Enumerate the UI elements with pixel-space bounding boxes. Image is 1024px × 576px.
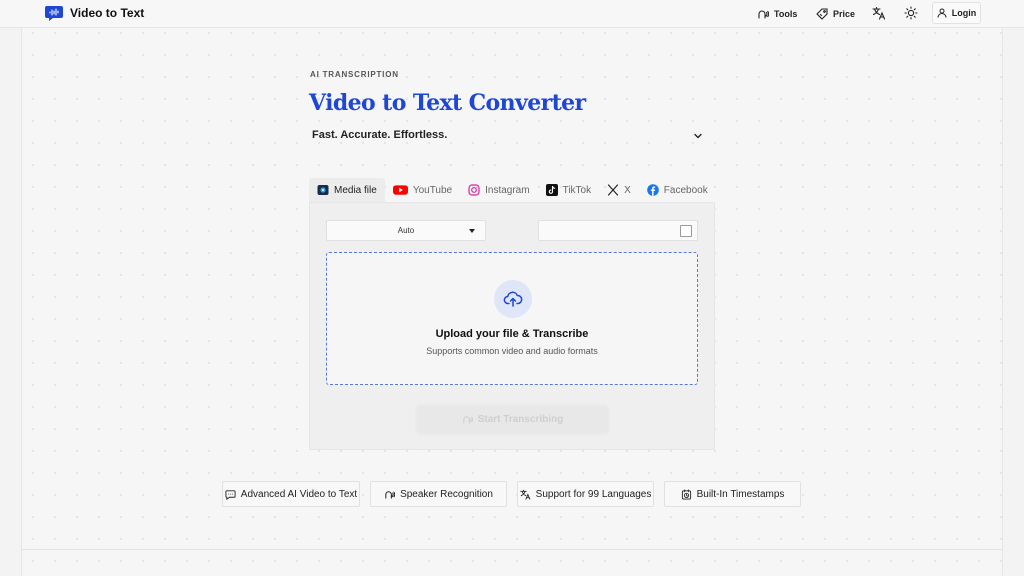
eyebrow-label: AI TRANSCRIPTION (310, 70, 399, 79)
language-select[interactable]: Auto (326, 220, 486, 241)
option-checkbox[interactable] (680, 225, 692, 237)
media-file-icon (317, 185, 329, 195)
instagram-icon (468, 184, 480, 196)
youtube-icon (392, 185, 408, 195)
tab-media-file[interactable]: Media file (309, 178, 385, 202)
voice-head-icon (463, 416, 473, 424)
tab-facebook-label: Facebook (663, 184, 708, 196)
feature-languages-label: Support for 99 Languages (535, 488, 652, 500)
caret-down-icon (469, 229, 475, 233)
clock-icon (681, 488, 691, 500)
feature-advanced-ai: Advanced AI Video to Text (222, 481, 360, 507)
file-dropzone[interactable]: Upload your file & Transcribe Supports c… (326, 252, 698, 385)
speech-bubble-waveform-icon[interactable] (45, 5, 63, 22)
option-field[interactable] (538, 220, 698, 241)
tab-media-file-label: Media file (334, 184, 377, 196)
login-button[interactable]: Login (932, 2, 981, 24)
page-subtitle: Fast. Accurate. Effortless. (312, 129, 448, 141)
tab-facebook[interactable]: Facebook (639, 178, 716, 202)
page-title: Video to Text Converter (309, 90, 586, 116)
feature-advanced-ai-label: Advanced AI Video to Text (240, 488, 358, 500)
tiktok-icon (545, 184, 558, 196)
start-transcribing-button[interactable]: Start Transcribing (417, 406, 608, 433)
translate-icon (520, 489, 530, 500)
nav-tools-label: Tools (774, 8, 798, 19)
nav-tools[interactable]: Tools (757, 0, 797, 27)
footer-divider (21, 549, 1003, 550)
tab-x[interactable]: X (599, 178, 639, 202)
tab-youtube-label: YouTube (412, 184, 453, 196)
sun-icon[interactable] (904, 6, 918, 20)
login-label: Login (951, 8, 977, 18)
start-transcribing-label: Start Transcribing (477, 414, 564, 425)
tab-tiktok[interactable]: TikTok (538, 178, 600, 202)
feature-timestamps: Built-In Timestamps (664, 481, 801, 507)
source-tabs: Media file YouTube Instagram TikTok X Fa… (309, 178, 716, 202)
nav-price[interactable]: Price (816, 0, 855, 27)
top-header: Video to Text Tools Price Login (0, 0, 1024, 28)
voice-head-icon (385, 490, 396, 499)
feature-speaker-recognition-label: Speaker Recognition (400, 488, 493, 500)
feature-speaker-recognition: Speaker Recognition (370, 481, 507, 507)
tab-x-label: X (624, 184, 631, 196)
tab-youtube[interactable]: YouTube (385, 178, 460, 202)
upload-title: Upload your file & Transcribe (435, 328, 589, 340)
tab-tiktok-label: TikTok (562, 184, 592, 196)
ai-chat-icon (225, 489, 236, 500)
upload-subtitle: Supports common video and audio formats (426, 346, 598, 356)
upload-icon-wrap (494, 280, 532, 318)
translate-icon[interactable] (872, 6, 886, 20)
tab-instagram[interactable]: Instagram (460, 178, 537, 202)
feature-languages: Support for 99 Languages (517, 481, 654, 507)
brand-name[interactable]: Video to Text (70, 6, 144, 20)
tab-instagram-label: Instagram (485, 184, 530, 196)
feature-timestamps-label: Built-In Timestamps (696, 488, 785, 500)
language-select-value: Auto (397, 226, 415, 235)
upload-panel: Auto Upload your file & Transcribe Suppo… (309, 202, 715, 450)
price-tag-icon (816, 7, 828, 20)
voice-head-icon (758, 10, 769, 19)
chevron-down-icon[interactable] (693, 131, 703, 141)
facebook-icon (646, 184, 659, 196)
x-icon (608, 184, 619, 196)
cloud-upload-icon (503, 291, 523, 307)
user-icon (937, 8, 947, 18)
nav-price-label: Price (833, 8, 856, 19)
